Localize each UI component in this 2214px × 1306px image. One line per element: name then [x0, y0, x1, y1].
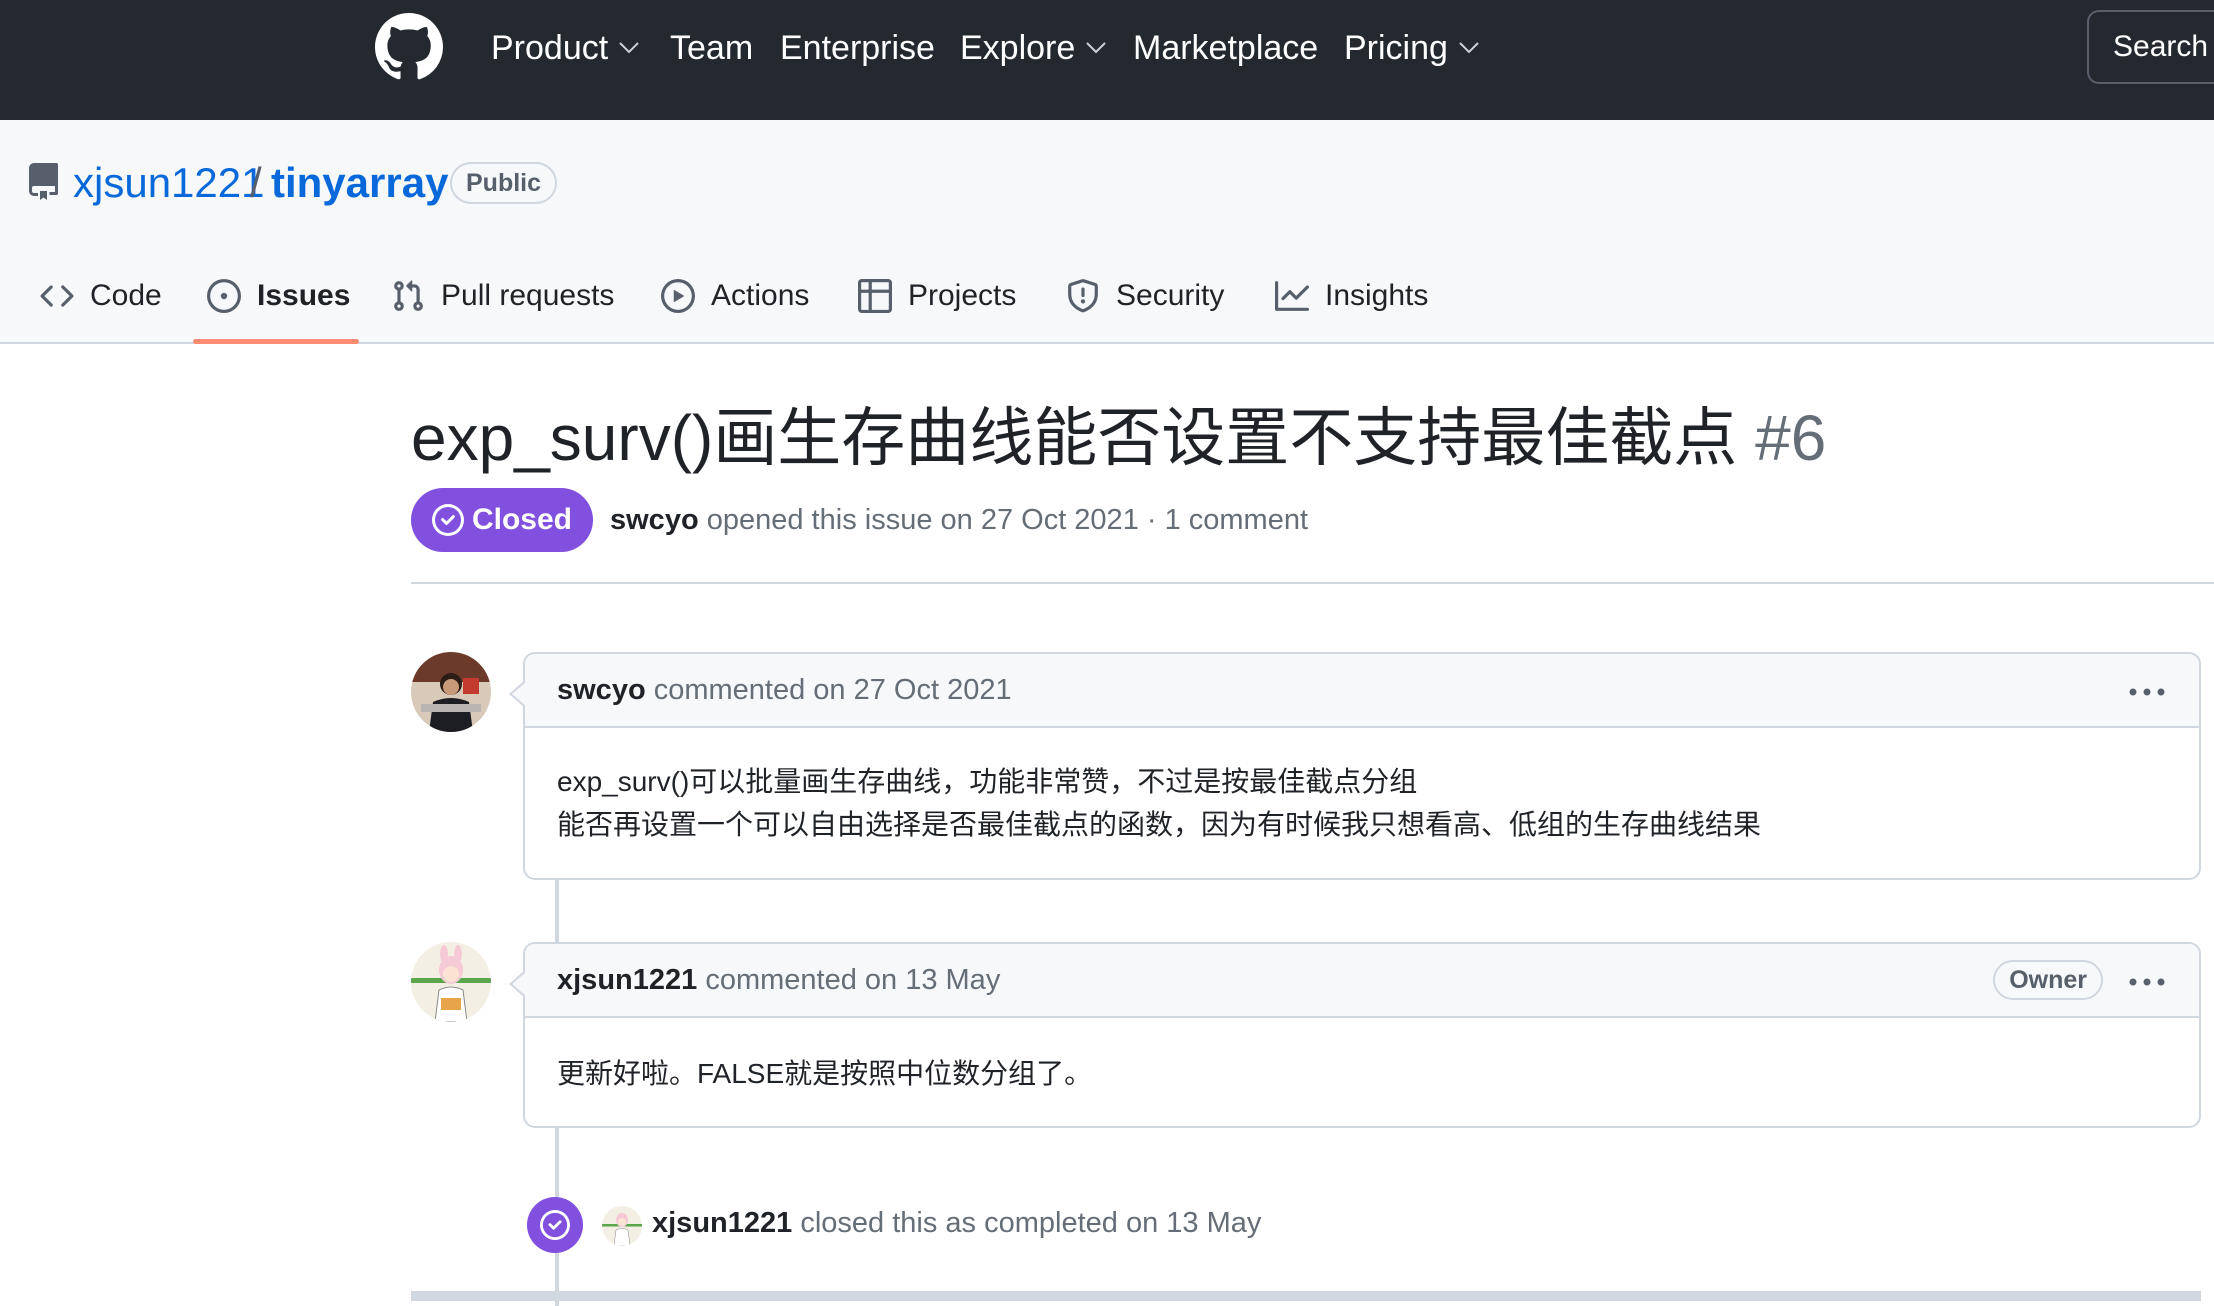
timeline-end-bar — [411, 1291, 2201, 1301]
issue-closed-icon — [431, 504, 464, 536]
nav-marketplace-label: Marketplace — [1133, 29, 1319, 67]
nav-explore[interactable]: Explore — [960, 28, 1107, 68]
comment-card: xjsun1221 commented on 13 May Owner 更新好啦… — [509, 942, 2201, 1128]
repo-icon — [29, 163, 58, 200]
issue-title: exp_surv()画生存曲线能否设置不支持最佳截点 #6 — [411, 398, 1826, 478]
tab-actions[interactable]: Actions — [661, 274, 809, 318]
repo-owner-link[interactable]: xjsun1221 — [73, 158, 264, 208]
chevron-down-icon — [619, 42, 639, 54]
github-logo-icon[interactable] — [375, 13, 443, 81]
owner-badge: Owner — [1993, 960, 2103, 1000]
issue-meta: swcyo opened this issue on 27 Oct 2021 ·… — [610, 500, 1308, 540]
graph-icon — [1275, 281, 1309, 311]
issue-opened-text: opened this issue on 27 Oct 2021 · 1 com… — [706, 504, 1309, 536]
comment-card: swcyo commented on 27 Oct 2021 exp_surv(… — [509, 652, 2201, 880]
tab-insights[interactable]: Insights — [1275, 274, 1428, 318]
repo-path-separator: / — [250, 159, 262, 206]
tab-code-label: Code — [90, 279, 162, 312]
tab-insights-label: Insights — [1325, 279, 1429, 312]
avatar-xjsun1221-image — [411, 942, 491, 1022]
tab-actions-label: Actions — [711, 279, 810, 312]
nav-marketplace[interactable]: Marketplace — [1133, 28, 1318, 68]
tab-security[interactable]: Security — [1066, 274, 1224, 318]
nav-product-label: Product — [491, 29, 609, 67]
play-icon — [661, 279, 695, 313]
comment-body-line: exp_surv()可以批量画生存曲线，功能非常赞，不过是按最佳截点分组 — [557, 766, 1418, 797]
comment-author-line: xjsun1221 commented on 13 May — [557, 960, 1000, 1000]
chevron-down-icon — [1086, 42, 1106, 54]
issue-closed-icon — [540, 1210, 570, 1240]
closed-event-badge — [527, 1197, 583, 1253]
tab-code[interactable]: Code — [40, 274, 162, 318]
issue-state-badge: Closed — [411, 488, 593, 552]
event-description: closed this as completed on 13 May — [800, 1207, 1262, 1239]
tab-pull-requests-label: Pull requests — [441, 279, 615, 312]
chevron-down-icon — [1459, 42, 1479, 54]
event-actor-link[interactable]: xjsun1221 — [652, 1207, 792, 1239]
issue-state-label: Closed — [471, 503, 573, 536]
kebab-horizontal-icon[interactable] — [2127, 964, 2167, 1000]
nav-team[interactable]: Team — [670, 28, 753, 68]
repo-name-link[interactable]: tinyarray — [271, 158, 448, 208]
nav-pricing[interactable]: Pricing — [1344, 28, 1480, 68]
tab-pull-requests[interactable]: Pull requests — [391, 274, 614, 318]
search-input[interactable]: Search — [2087, 10, 2214, 84]
avatar-swcyo-image — [411, 652, 491, 732]
comment-timestamp[interactable]: commented on 27 Oct 2021 — [654, 674, 1012, 706]
avatar[interactable] — [411, 652, 491, 732]
code-icon — [40, 285, 74, 307]
comment-header: xjsun1221 commented on 13 May Owner — [525, 944, 2199, 1018]
tab-security-label: Security — [1116, 279, 1225, 312]
comment-author-link[interactable]: xjsun1221 — [557, 964, 697, 996]
issue-title-text: exp_surv()画生存曲线能否设置不支持最佳截点 — [411, 402, 1738, 474]
issue-opened-icon — [207, 279, 241, 313]
comment-author-line: swcyo commented on 27 Oct 2021 — [557, 670, 1012, 710]
tab-projects-label: Projects — [908, 279, 1017, 312]
comment-author-link[interactable]: swcyo — [557, 674, 646, 706]
comment-pointer — [509, 970, 526, 998]
nav-product[interactable]: Product — [491, 28, 640, 68]
table-icon — [858, 279, 892, 313]
avatar[interactable] — [602, 1206, 642, 1246]
avatar-xjsun1221-small-image — [602, 1206, 642, 1246]
nav-enterprise[interactable]: Enterprise — [780, 28, 935, 68]
comment-body-line: 能否再设置一个可以自由选择是否最佳截点的函数，因为有时候我只想看高、低组的生存曲… — [557, 809, 1762, 840]
comment-timestamp[interactable]: commented on 13 May — [705, 964, 1000, 996]
avatar[interactable] — [411, 942, 491, 1022]
comment-body-line: 更新好啦。FALSE就是按照中位数分组了。 — [557, 1058, 1093, 1089]
nav-pricing-label: Pricing — [1344, 29, 1448, 67]
nav-team-label: Team — [670, 29, 754, 67]
tab-projects[interactable]: Projects — [858, 274, 1016, 318]
nav-explore-label: Explore — [960, 29, 1076, 67]
issue-author-link[interactable]: swcyo — [610, 504, 699, 536]
closed-event-text: xjsun1221 closed this as completed on 13… — [652, 1203, 1261, 1243]
header-divider — [411, 582, 2214, 584]
comment-pointer — [509, 680, 526, 708]
git-pull-request-icon — [394, 280, 423, 311]
kebab-horizontal-icon[interactable] — [2127, 674, 2167, 710]
tab-issues-label: Issues — [257, 279, 351, 312]
comment-header: swcyo commented on 27 Oct 2021 — [525, 654, 2199, 728]
issue-number: #6 — [1755, 402, 1827, 474]
shield-icon — [1068, 279, 1098, 313]
tab-issues[interactable]: Issues — [207, 274, 350, 318]
tab-selected-indicator — [193, 339, 359, 344]
visibility-badge: Public — [450, 162, 558, 204]
nav-enterprise-label: Enterprise — [780, 29, 935, 67]
